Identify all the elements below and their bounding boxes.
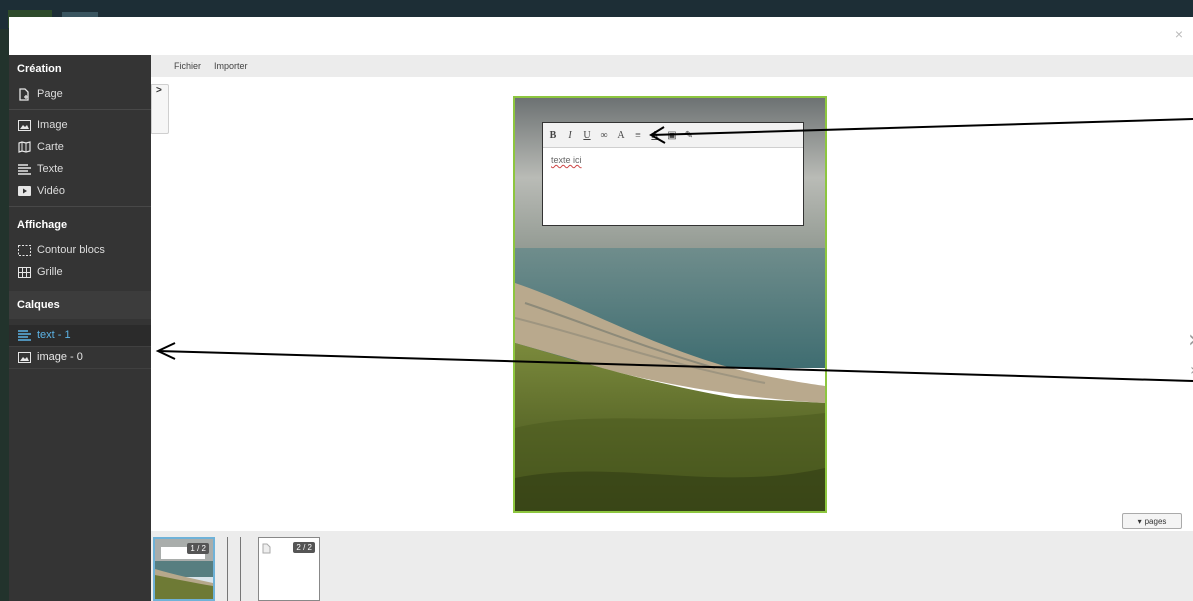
divider — [9, 206, 151, 207]
thumbnail-separator — [240, 537, 241, 601]
thumbnail-separator — [227, 537, 228, 601]
sidebar-item-label: Texte — [37, 163, 64, 175]
map-icon — [17, 140, 31, 154]
page-thumbnail-1[interactable]: 1 / 2 — [153, 537, 215, 601]
rte-text-content[interactable]: texte ici — [543, 148, 803, 172]
panel-toggle-button[interactable]: > — [151, 84, 169, 134]
background-left-edge — [0, 29, 9, 601]
blank-page-icon — [262, 541, 271, 559]
page-thumbnails-bar: 1 / 2 2 / 2 — [151, 531, 1193, 601]
sidebar-item-block-outline[interactable]: Contour blocs — [9, 239, 151, 261]
dashed-outline-icon — [17, 243, 31, 257]
image-icon — [17, 118, 31, 132]
align-icon[interactable]: ≡ — [633, 130, 643, 141]
sidebar-item-label: Contour blocs — [37, 244, 105, 256]
text-lines-icon — [17, 329, 31, 343]
divider — [9, 109, 151, 110]
menu-file[interactable]: Fichier — [174, 55, 201, 77]
rte-toolbar: B I U ∞ A ≡ A ▣ ✎ — [543, 123, 803, 148]
sidebar-item-video[interactable]: Vidéo — [9, 180, 151, 202]
sidebar-item-label: Vidéo — [37, 185, 65, 197]
sidebar-item-image[interactable]: Image — [9, 114, 151, 136]
sidebar-item-grid[interactable]: Grille — [9, 261, 151, 283]
sidebar-item-label: Carte — [37, 141, 64, 153]
sidebar-item-label: Page — [37, 88, 63, 100]
next-page-icon[interactable]: › — [1188, 325, 1193, 353]
link-icon[interactable]: ∞ — [599, 130, 609, 141]
bold-icon[interactable]: B — [548, 130, 558, 141]
layer-label: image - 0 — [37, 351, 83, 363]
section-title-layers: Calques — [9, 291, 151, 319]
pages-button-label: pages — [1144, 516, 1167, 526]
layer-item-text-1[interactable]: text - 1 — [9, 325, 151, 347]
pages-toggle-button[interactable]: ▾ pages — [1122, 513, 1182, 529]
layer-label: text - 1 — [37, 329, 71, 341]
page-canvas[interactable]: B I U ∞ A ≡ A ▣ ✎ texte ici — [513, 96, 827, 513]
underline-icon[interactable]: U — [582, 130, 592, 141]
section-title-display: Affichage — [17, 219, 68, 231]
italic-icon[interactable]: I — [565, 130, 575, 141]
section-title-creation: Création — [17, 63, 62, 75]
sidebar-item-page[interactable]: Page — [9, 83, 151, 105]
sidebar-item-text[interactable]: Texte — [9, 158, 151, 180]
rich-text-editor[interactable]: B I U ∞ A ≡ A ▣ ✎ texte ici — [542, 122, 804, 226]
eraser-icon[interactable]: ✎ — [684, 130, 694, 141]
canvas-area: > B I U ∞ A ≡ A ▣ ✎ texte ici ▾ pages — [151, 77, 1193, 531]
chevron-right-icon: > — [156, 85, 162, 96]
sidebar-item-label: Image — [37, 119, 68, 131]
close-icon[interactable]: × — [1175, 26, 1183, 42]
grid-icon — [17, 265, 31, 279]
page-number-badge: 1 / 2 — [187, 543, 209, 554]
page-thumbnail-2[interactable]: 2 / 2 — [258, 537, 320, 601]
background-color-icon[interactable]: ▣ — [667, 130, 677, 141]
modal-header: × — [9, 17, 1193, 55]
image-icon — [17, 351, 31, 365]
layer-item-image-0[interactable]: image - 0 — [9, 347, 151, 369]
page-number-badge: 2 / 2 — [293, 542, 315, 553]
video-icon — [17, 184, 31, 198]
text-color-icon[interactable]: A — [650, 130, 660, 141]
chevron-down-icon: ▾ — [1137, 516, 1142, 526]
text-lines-icon — [17, 162, 31, 176]
new-page-icon — [17, 87, 31, 101]
font-size-icon[interactable]: A — [616, 130, 626, 141]
sidebar: Création Page Image Carte Texte Vidéo Af… — [9, 55, 151, 601]
menu-bar: Fichier Importer — [151, 55, 1193, 77]
sidebar-item-label: Grille — [37, 266, 63, 278]
menu-import[interactable]: Importer — [214, 55, 248, 77]
editor-modal: × Création Page Image Carte Texte Vidéo … — [9, 17, 1193, 601]
sidebar-item-map[interactable]: Carte — [9, 136, 151, 158]
